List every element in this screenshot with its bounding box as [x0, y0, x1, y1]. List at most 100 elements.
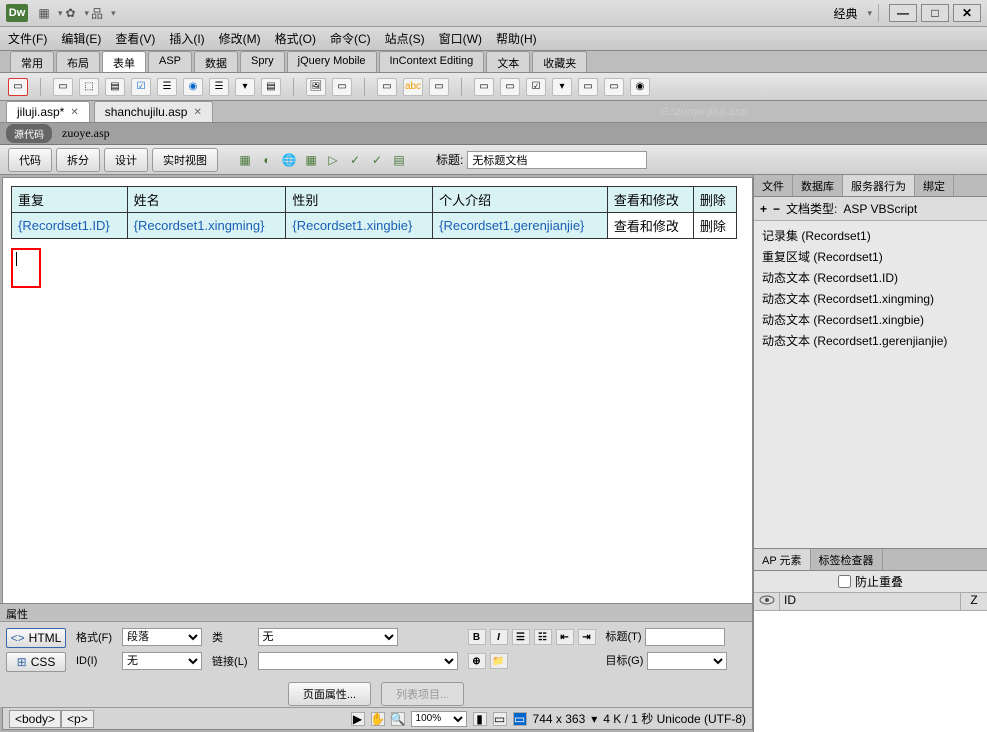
- ap-list-body[interactable]: [754, 611, 987, 732]
- jumpmenu-icon[interactable]: ▤: [261, 78, 281, 96]
- spry-text-icon[interactable]: ▭: [474, 78, 494, 96]
- hidden-icon[interactable]: ⬚: [79, 78, 99, 96]
- image-field-icon[interactable]: 🖼: [306, 78, 326, 96]
- phone-icon[interactable]: ▮: [473, 712, 487, 726]
- menu-site[interactable]: 站点(S): [385, 30, 425, 47]
- spry-confirm-icon[interactable]: ▭: [604, 78, 624, 96]
- th-gender[interactable]: 性别: [286, 187, 433, 213]
- menu-edit[interactable]: 编辑(E): [61, 30, 101, 47]
- th-intro[interactable]: 个人介绍: [433, 187, 608, 213]
- tag-selector[interactable]: <body> <p>: [9, 710, 94, 728]
- tag-p[interactable]: <p>: [61, 710, 94, 728]
- radio-icon[interactable]: ◉: [183, 78, 203, 96]
- spry-select-icon[interactable]: ▾: [552, 78, 572, 96]
- options-icon[interactable]: ▤: [390, 151, 408, 169]
- source-tag[interactable]: 源代码: [6, 124, 52, 143]
- tab-layout[interactable]: 布局: [56, 51, 100, 72]
- textfield-icon[interactable]: ▭: [53, 78, 73, 96]
- list-item[interactable]: 动态文本 (Recordset1.ID): [758, 267, 983, 288]
- window-dims[interactable]: 744 x 363: [533, 712, 586, 726]
- hand-tool-icon[interactable]: ✋: [371, 712, 385, 726]
- select-icon[interactable]: ▾: [235, 78, 255, 96]
- format-select[interactable]: 段落: [122, 628, 202, 646]
- point-to-file-icon[interactable]: ⊕: [468, 653, 486, 669]
- ul-icon[interactable]: ☰: [512, 629, 530, 645]
- view-options-icon[interactable]: ▦: [302, 151, 320, 169]
- browse-icon[interactable]: 📁: [490, 653, 508, 669]
- menu-modify[interactable]: 修改(M): [219, 30, 261, 47]
- split-view-button[interactable]: 拆分: [56, 148, 100, 172]
- visual-aids-icon[interactable]: ▷: [324, 151, 342, 169]
- tab-common[interactable]: 常用: [10, 51, 54, 72]
- menu-file[interactable]: 文件(F): [8, 30, 47, 47]
- tab-forms[interactable]: 表单: [102, 51, 146, 72]
- td-intro[interactable]: {Recordset1.gerenjianjie}: [433, 213, 608, 239]
- tab-spry[interactable]: Spry: [240, 51, 285, 72]
- z-col[interactable]: Z: [961, 593, 987, 610]
- id-select[interactable]: 无: [122, 652, 202, 670]
- data-table[interactable]: 重复 姓名 性别 个人介绍 查看和修改 删除 {Recordset1.ID} {…: [11, 186, 737, 239]
- spry-textarea-icon[interactable]: ▭: [500, 78, 520, 96]
- menu-format[interactable]: 格式(O): [275, 30, 316, 47]
- list-item[interactable]: 记录集 (Recordset1): [758, 225, 983, 246]
- server-behaviors-list[interactable]: 记录集 (Recordset1) 重复区域 (Recordset1) 动态文本 …: [754, 221, 987, 548]
- target-select[interactable]: [647, 652, 727, 670]
- workspace-switcher[interactable]: 经典: [833, 5, 857, 22]
- indent-icon[interactable]: ⇥: [578, 629, 596, 645]
- list-item[interactable]: 动态文本 (Recordset1.gerenjianjie): [758, 330, 983, 351]
- fieldset-icon[interactable]: ▭: [429, 78, 449, 96]
- title2-input[interactable]: [645, 628, 725, 646]
- refresh-icon[interactable]: 🌐: [280, 151, 298, 169]
- live-code-icon[interactable]: ▦: [236, 151, 254, 169]
- zoom-select[interactable]: 100%: [411, 711, 467, 727]
- menu-commands[interactable]: 命令(C): [330, 30, 371, 47]
- extend-icon[interactable]: ✿: [63, 5, 79, 21]
- menu-help[interactable]: 帮助(H): [496, 30, 537, 47]
- title-input[interactable]: [467, 151, 647, 169]
- th-id[interactable]: 重复: [12, 187, 128, 213]
- tab-jquery[interactable]: jQuery Mobile: [287, 51, 377, 72]
- page-properties-button[interactable]: 页面属性...: [288, 682, 371, 706]
- maximize-button[interactable]: □: [921, 4, 949, 22]
- file-field-icon[interactable]: ▭: [332, 78, 352, 96]
- menu-view[interactable]: 查看(V): [115, 30, 155, 47]
- checkboxgroup-icon[interactable]: ☰: [157, 78, 177, 96]
- file-tab-0[interactable]: jiluji.asp* ✕: [6, 101, 90, 122]
- outdent-icon[interactable]: ⇤: [556, 629, 574, 645]
- radiogroup-icon[interactable]: ☰: [209, 78, 229, 96]
- code-view-button[interactable]: 代码: [8, 148, 52, 172]
- close-icon[interactable]: ✕: [193, 107, 201, 118]
- file-tab-1[interactable]: shanchujilu.asp ✕: [94, 101, 213, 122]
- tab-bindings[interactable]: 绑定: [915, 175, 954, 196]
- list-item[interactable]: 动态文本 (Recordset1.xingming): [758, 288, 983, 309]
- related-file[interactable]: zuoye.asp: [62, 126, 110, 141]
- td-edit[interactable]: 查看和修改: [607, 213, 693, 239]
- live-view-button[interactable]: 实时视图: [152, 148, 218, 172]
- th-del[interactable]: 删除: [693, 187, 736, 213]
- add-behavior-button[interactable]: +: [760, 202, 767, 216]
- form-icon[interactable]: ▭: [8, 78, 28, 96]
- tab-data[interactable]: 数据: [194, 51, 238, 72]
- textarea-icon[interactable]: ▤: [105, 78, 125, 96]
- validate-icon[interactable]: ✓: [368, 151, 386, 169]
- desktop-icon[interactable]: ▭: [513, 712, 527, 726]
- th-edit[interactable]: 查看和修改: [607, 187, 693, 213]
- tab-server-behaviors[interactable]: 服务器行为: [843, 175, 915, 196]
- tab-asp[interactable]: ASP: [148, 51, 192, 72]
- tab-tag-inspector[interactable]: 标签检查器: [811, 549, 883, 570]
- td-id[interactable]: {Recordset1.ID}: [12, 213, 128, 239]
- class-select[interactable]: 无: [258, 628, 398, 646]
- list-item[interactable]: 动态文本 (Recordset1.xingbie): [758, 309, 983, 330]
- design-view-button[interactable]: 设计: [104, 148, 148, 172]
- close-icon[interactable]: ✕: [70, 107, 78, 118]
- layout-icon[interactable]: ▦: [36, 5, 52, 21]
- tab-ap-elements[interactable]: AP 元素: [754, 549, 811, 570]
- italic-icon[interactable]: I: [490, 629, 508, 645]
- td-del[interactable]: 删除: [693, 213, 736, 239]
- tag-body[interactable]: <body>: [9, 710, 61, 728]
- html-mode-button[interactable]: <>HTML: [6, 628, 66, 648]
- menu-window[interactable]: 窗口(W): [439, 30, 482, 47]
- ol-icon[interactable]: ☷: [534, 629, 552, 645]
- spry-radio-icon[interactable]: ◉: [630, 78, 650, 96]
- menu-insert[interactable]: 插入(I): [169, 30, 204, 47]
